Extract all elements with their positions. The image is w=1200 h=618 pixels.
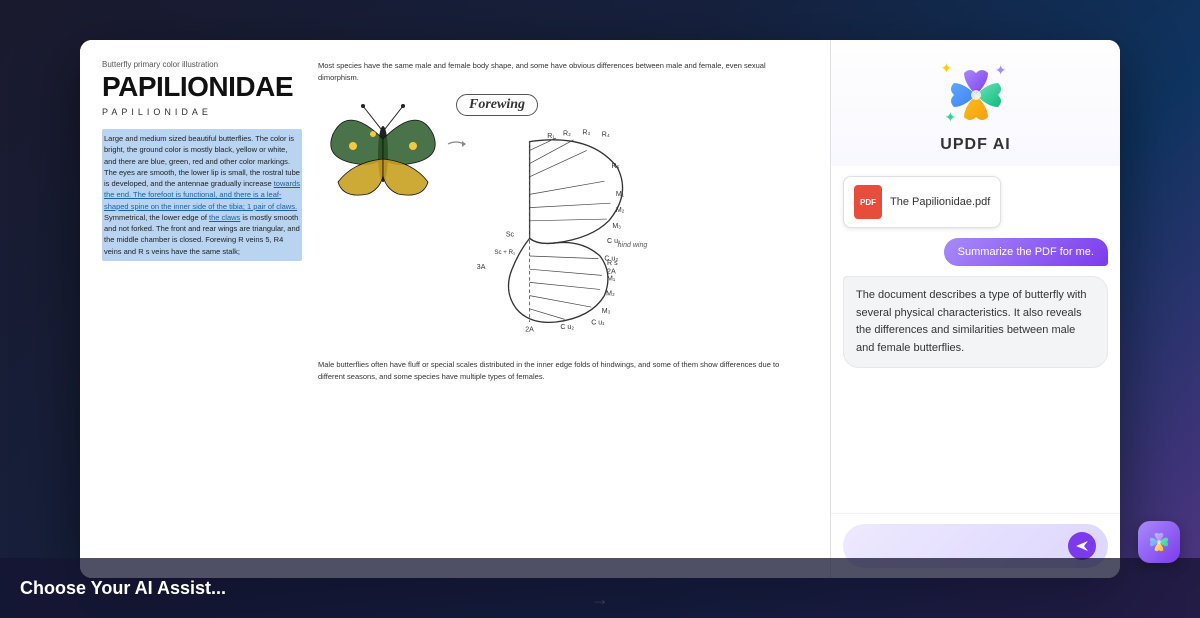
pdf-highlighted-body: Large and medium sized beautiful butterf… — [102, 129, 302, 261]
3a-label: 3A — [477, 264, 486, 271]
ai-send-button[interactable] — [1068, 532, 1096, 560]
pdf-intro-text: Most species have the same male and fema… — [318, 60, 808, 84]
wing-anatomy-svg: R₁ R₂ R₃ R₄ R₅ M₁ M₂ M₃ C u₁ C u₂ 2A — [456, 124, 656, 344]
r3-label: R₃ — [582, 130, 590, 137]
pdf-filename: The Papilionidae.pdf — [890, 196, 990, 208]
ai-title: UPDF AI — [940, 136, 1010, 154]
ai-response-text: The document describes a type of butterf… — [856, 289, 1087, 354]
pdf-left-column: Butterfly primary color illustration PAP… — [102, 60, 302, 558]
pdf-title: PAPILIONIDAE — [102, 73, 302, 101]
underline-text: towards the end. The forefoot is functio… — [104, 179, 300, 211]
r2-label: R₂ — [563, 130, 571, 137]
r5-label: R₅ — [611, 163, 619, 170]
pdf-subtitle2: PAPILIONIDAE — [102, 107, 302, 117]
floating-updf-icon — [1148, 531, 1170, 553]
ai-logo-container: ✦ ✦ ✦ — [941, 60, 1011, 130]
user-message-bubble: Summarize the PDF for me. — [944, 238, 1108, 266]
overlay-banner: Choose Your AI Assist... — [0, 558, 1200, 618]
cu2h-label: C u₂ — [560, 324, 574, 331]
user-message-text: Summarize the PDF for me. — [958, 246, 1094, 258]
wing-diagram-area: Forewing — [456, 94, 808, 349]
sc-label: Sc — [506, 232, 515, 239]
pdf-bottom-text: Male butterflies often have fluff or spe… — [318, 359, 808, 383]
ai-header: ✦ ✦ ✦ — [831, 40, 1120, 166]
sc-r1-label: Sc + R₁ — [494, 249, 515, 256]
m2h-label: M₂ — [606, 291, 615, 298]
m2-label: M₂ — [616, 207, 625, 214]
leaf-shaped-text: there is a leaf-shaped spine on the inne… — [104, 190, 281, 210]
forewing-label-container: Forewing — [456, 94, 808, 120]
butterfly-image-area — [318, 94, 448, 214]
underline-text-2: the claws — [209, 213, 240, 222]
m1-label: M₁ — [616, 191, 625, 198]
m3h-label: M₃ — [602, 308, 611, 315]
svg-text:hind wing: hind wing — [618, 242, 648, 249]
pdf-page: Butterfly primary color illustration PAP… — [80, 40, 830, 578]
pdf-file-icon: PDF — [854, 185, 882, 219]
2ah-label: 2A — [525, 327, 534, 334]
butterfly-section: Forewing — [318, 94, 808, 349]
m3-label: M₃ — [612, 223, 621, 230]
floating-action-icon[interactable] — [1138, 521, 1180, 563]
overlay-text: Choose Your AI Assist... — [20, 578, 226, 599]
app-window: Butterfly primary color illustration PAP… — [80, 40, 1120, 578]
forewing-label: Forewing — [456, 94, 538, 116]
ai-chat-area: PDF The Papilionidae.pdf Summarize the P… — [831, 166, 1120, 513]
r1-label: R₁ — [547, 133, 555, 140]
send-icon — [1075, 539, 1089, 553]
pdf-viewer: Butterfly primary color illustration PAP… — [80, 40, 830, 578]
pdf-attachment-bubble[interactable]: PDF The Papilionidae.pdf — [843, 176, 1001, 228]
ai-text-input[interactable] — [855, 539, 1060, 553]
cu1h-label: C u₁ — [591, 320, 605, 327]
r4-label: R₄ — [602, 131, 610, 138]
rs-label: R s — [607, 260, 618, 267]
pdf-right-column: Most species have the same male and fema… — [318, 60, 808, 558]
2a-label: 2A — [607, 269, 616, 276]
updf-logo-icon — [946, 65, 1006, 125]
m1h-label: M₁ — [607, 276, 616, 283]
butterfly-svg — [318, 94, 448, 214]
ai-panel: ✦ ✦ ✦ — [830, 40, 1120, 578]
ai-response-bubble: The document describes a type of butterf… — [843, 276, 1108, 368]
pdf-subtitle: Butterfly primary color illustration — [102, 60, 302, 69]
